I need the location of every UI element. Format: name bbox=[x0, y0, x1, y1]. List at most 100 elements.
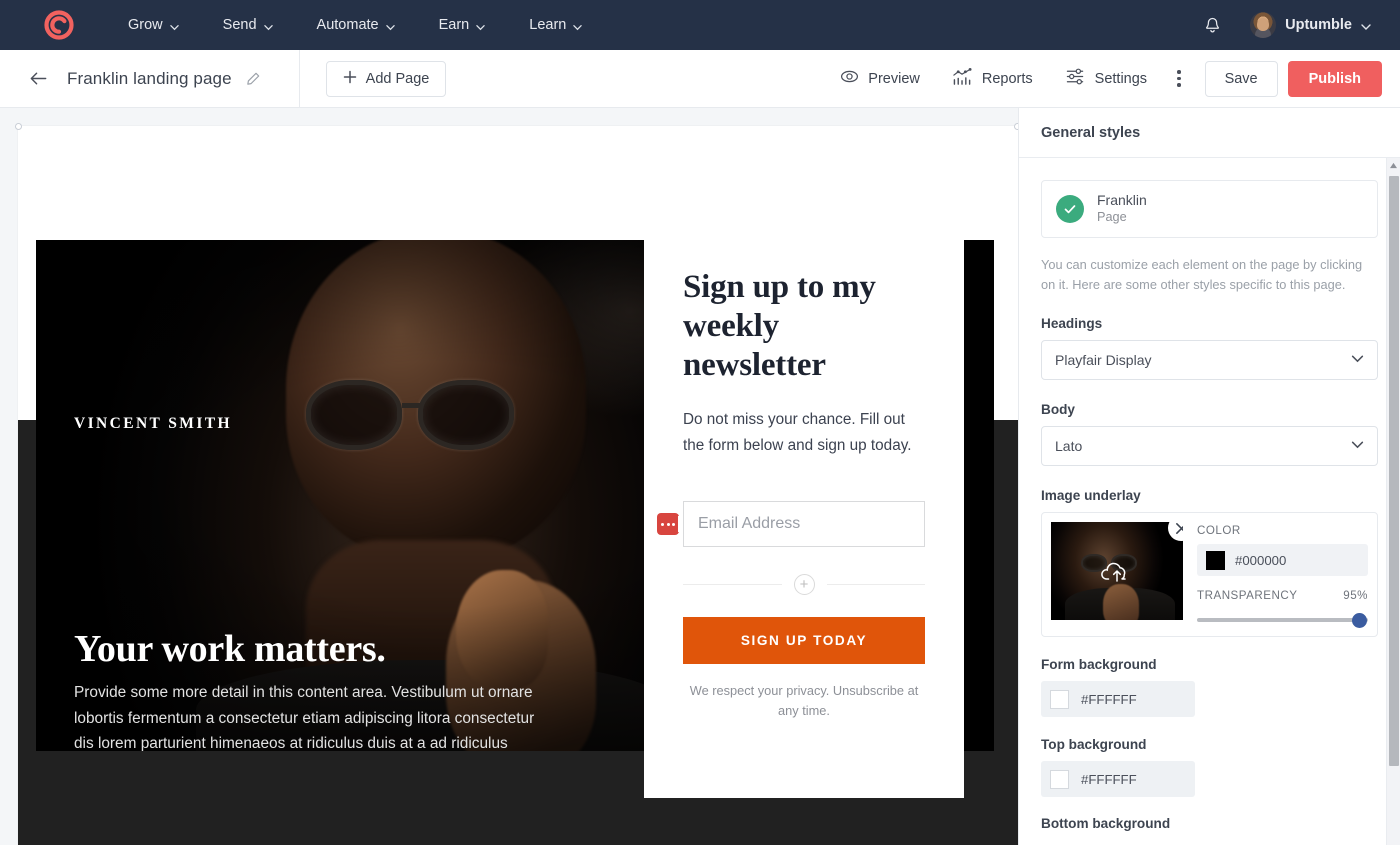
chevron-down-icon bbox=[1361, 20, 1371, 30]
form-subtext[interactable]: Do not miss your chance. Fill out the fo… bbox=[683, 407, 925, 458]
editor-workspace: VINCENT SMITH Your work matters. Provide… bbox=[0, 108, 1400, 845]
editor-toolbar: Franklin landing page Add Page Preview R… bbox=[0, 49, 1400, 108]
panel-title: General styles bbox=[1041, 124, 1141, 141]
underlay-color-field[interactable]: #000000 bbox=[1197, 544, 1368, 576]
more-options-handle-icon[interactable] bbox=[657, 513, 680, 535]
body-font-value: Lato bbox=[1055, 438, 1083, 454]
eye-icon bbox=[840, 67, 859, 90]
signup-form-card[interactable]: Sign up to my weekly newsletter Do not m… bbox=[644, 206, 964, 798]
add-field-divider: + bbox=[683, 574, 925, 595]
top-background-label: Top background bbox=[1041, 737, 1147, 752]
color-swatch[interactable] bbox=[1050, 689, 1069, 709]
color-swatch[interactable] bbox=[1206, 550, 1225, 570]
email-field-row bbox=[657, 501, 925, 547]
headings-font-label: Headings bbox=[1041, 316, 1103, 331]
headings-font-value: Playfair Display bbox=[1055, 352, 1152, 368]
chevron-down-icon bbox=[1351, 438, 1364, 454]
top-background-block: Top background #FFFFFF bbox=[1041, 737, 1378, 797]
account-name: Uptumble bbox=[1285, 17, 1352, 33]
selected-element-name: Franklin bbox=[1097, 192, 1147, 208]
headings-font-select[interactable]: Playfair Display bbox=[1041, 340, 1378, 380]
portrait-thumbnail[interactable] bbox=[1051, 522, 1183, 620]
hero-eyebrow-text[interactable]: VINCENT SMITH bbox=[74, 415, 232, 433]
canvas-resize-handle-left[interactable] bbox=[15, 123, 22, 130]
add-page-label: Add Page bbox=[365, 70, 430, 87]
chevron-down-icon bbox=[385, 20, 395, 30]
image-underlay-label: Image underlay bbox=[1041, 488, 1141, 503]
nav-item-send-label: Send bbox=[222, 17, 257, 33]
toolbar-divider bbox=[298, 49, 300, 108]
chevron-down-icon bbox=[169, 20, 179, 30]
kebab-menu-icon[interactable] bbox=[1163, 62, 1195, 95]
settings-label: Settings bbox=[1094, 70, 1148, 87]
add-page-button[interactable]: Add Page bbox=[325, 60, 447, 97]
slider-thumb[interactable] bbox=[1351, 612, 1367, 628]
reports-button[interactable]: Reports bbox=[936, 59, 1049, 98]
divider-line-right bbox=[826, 584, 925, 585]
form-background-value: #FFFFFF bbox=[1081, 691, 1137, 707]
convertkit-logo-icon[interactable] bbox=[42, 8, 76, 42]
arrow-left-icon[interactable] bbox=[28, 68, 49, 89]
body-font-label: Body bbox=[1041, 402, 1075, 417]
styles-panel: General styles Franklin Page You can cus… bbox=[1018, 108, 1400, 845]
divider-line-left bbox=[683, 584, 782, 585]
signup-submit-button[interactable]: SIGN UP TODAY bbox=[683, 617, 925, 664]
underlay-color-value: #000000 bbox=[1235, 552, 1287, 568]
panel-body: Franklin Page You can customize each ele… bbox=[1019, 158, 1400, 845]
color-swatch[interactable] bbox=[1050, 769, 1069, 789]
nav-item-automate[interactable]: Automate bbox=[295, 11, 417, 39]
nav-item-earn[interactable]: Earn bbox=[417, 11, 508, 39]
page-canvas[interactable]: VINCENT SMITH Your work matters. Provide… bbox=[15, 123, 1018, 845]
nav-item-send[interactable]: Send bbox=[201, 11, 295, 39]
check-circle-icon bbox=[1056, 195, 1084, 223]
hero-heading[interactable]: Your work matters. bbox=[74, 627, 386, 671]
hero-paragraph[interactable]: Provide some more detail in this content… bbox=[74, 680, 544, 751]
toolbar-actions: Preview Reports Settings Save Publish bbox=[824, 59, 1382, 98]
transparency-slider[interactable] bbox=[1197, 612, 1368, 628]
chevron-down-icon bbox=[263, 20, 273, 30]
scroll-up-arrow-icon[interactable] bbox=[1387, 158, 1400, 172]
nav-item-grow-label: Grow bbox=[128, 17, 163, 33]
close-x-icon[interactable] bbox=[1168, 522, 1183, 541]
slider-track bbox=[1197, 618, 1368, 622]
settings-button[interactable]: Settings bbox=[1049, 59, 1163, 98]
top-navigation-bar: Grow Send Automate Earn Learn Uptumble bbox=[0, 0, 1400, 50]
nav-item-learn[interactable]: Learn bbox=[507, 11, 604, 39]
panel-scrollbar[interactable] bbox=[1386, 158, 1400, 845]
bottom-background-label: Bottom background bbox=[1041, 816, 1171, 831]
avatar bbox=[1250, 12, 1277, 38]
account-menu[interactable]: Uptumble bbox=[1240, 8, 1380, 42]
bell-icon[interactable] bbox=[1189, 12, 1236, 39]
plus-circle-icon[interactable]: + bbox=[793, 574, 815, 595]
privacy-note[interactable]: We respect your privacy. Unsubscribe at … bbox=[683, 681, 925, 721]
plus-icon bbox=[343, 70, 357, 88]
publish-button[interactable]: Publish bbox=[1287, 60, 1382, 97]
nav-item-automate-label: Automate bbox=[316, 17, 379, 33]
reports-label: Reports bbox=[981, 70, 1033, 87]
nav-right-cluster: Uptumble bbox=[1189, 8, 1380, 42]
bar-chart-icon bbox=[952, 67, 973, 90]
chevron-down-icon bbox=[476, 20, 485, 30]
email-input[interactable] bbox=[683, 501, 925, 547]
canvas-area: VINCENT SMITH Your work matters. Provide… bbox=[0, 108, 1018, 845]
chevron-down-icon bbox=[573, 20, 583, 30]
selected-element-card[interactable]: Franklin Page bbox=[1041, 180, 1378, 238]
nav-item-earn-label: Earn bbox=[438, 17, 470, 33]
pencil-icon[interactable] bbox=[245, 71, 261, 87]
form-background-field[interactable]: #FFFFFF bbox=[1041, 681, 1195, 717]
underlay-transparency-value: 95% bbox=[1343, 589, 1368, 602]
underlay-right-controls: COLOR #000000 TRANSPARENCY 95% bbox=[1197, 522, 1368, 628]
nav-item-grow[interactable]: Grow bbox=[106, 11, 201, 39]
save-button[interactable]: Save bbox=[1204, 60, 1278, 97]
cloud-upload-icon[interactable] bbox=[1100, 559, 1134, 590]
scrollbar-thumb[interactable] bbox=[1389, 176, 1399, 766]
selected-element-type: Page bbox=[1097, 210, 1127, 224]
form-background-block: Form background #FFFFFF bbox=[1041, 657, 1378, 717]
body-font-select[interactable]: Lato bbox=[1041, 426, 1378, 466]
form-heading[interactable]: Sign up to my weekly newsletter bbox=[683, 268, 925, 385]
top-background-field[interactable]: #FFFFFF bbox=[1041, 761, 1195, 797]
primary-nav-links: Grow Send Automate Earn Learn bbox=[106, 11, 604, 39]
selected-element-text: Franklin Page bbox=[1097, 192, 1147, 226]
sliders-icon bbox=[1065, 67, 1086, 90]
preview-button[interactable]: Preview bbox=[824, 59, 936, 98]
